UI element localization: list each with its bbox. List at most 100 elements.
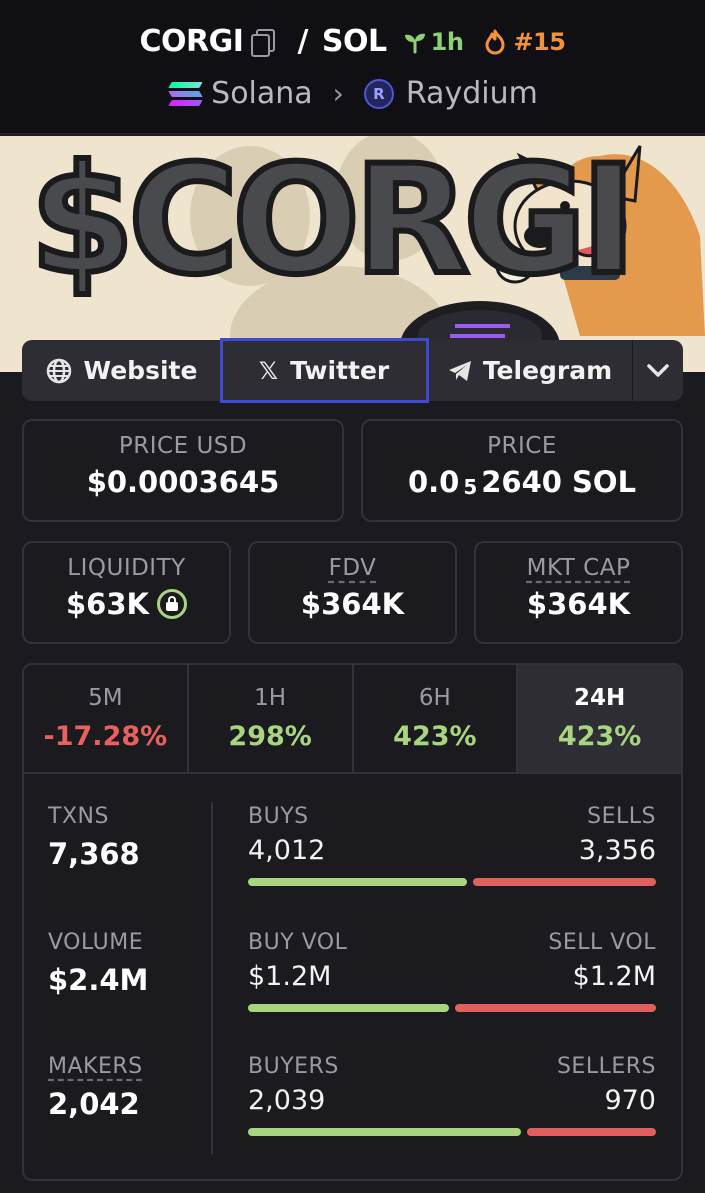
chevron-right-icon: › bbox=[332, 77, 344, 110]
stats-divider bbox=[211, 802, 213, 1154]
tab-label: 24H bbox=[573, 685, 626, 711]
base-token-symbol: CORGI bbox=[139, 24, 244, 59]
buyers-ratio-bar bbox=[248, 1128, 656, 1136]
solana-logo-icon bbox=[167, 81, 203, 107]
liquidity-card: LIQUIDITY $63K bbox=[22, 541, 231, 644]
market-cap-label[interactable]: MKT CAP bbox=[527, 555, 631, 581]
pair-age-badge: 1h bbox=[403, 28, 464, 56]
breadcrumb-chain[interactable]: Solana bbox=[211, 76, 313, 111]
buyers-bar-segment bbox=[248, 1128, 521, 1136]
tab-6h[interactable]: 6H 423% bbox=[354, 665, 519, 772]
sprout-icon bbox=[404, 33, 425, 53]
price-native-value: 0.0 5 2640 SOL bbox=[363, 465, 681, 499]
price-native-label: PRICE bbox=[487, 433, 557, 459]
quote-token-symbol: SOL bbox=[321, 24, 387, 59]
txns-label: TXNS bbox=[48, 804, 109, 829]
copy-icon[interactable] bbox=[251, 28, 276, 57]
telegram-icon bbox=[448, 360, 471, 381]
more-links-button[interactable] bbox=[633, 340, 683, 401]
price-native-digits: 2640 SOL bbox=[481, 465, 637, 499]
txns-value: 7,368 bbox=[48, 837, 140, 871]
buys-bar-segment bbox=[248, 878, 467, 886]
price-change: 298% bbox=[228, 721, 312, 752]
buyers-sellers-stat: BUYERS SELLERS 2,039 970 bbox=[248, 1054, 656, 1136]
buy-vol-label: BUY VOL bbox=[248, 930, 348, 955]
volume-ratio-bar bbox=[248, 1004, 656, 1012]
volume-value: $2.4M bbox=[48, 963, 149, 997]
tab-5m[interactable]: 5M -17.28% bbox=[24, 665, 189, 772]
price-usd-card: PRICE USD $0.0003645 bbox=[22, 419, 344, 522]
pair-age-label: 1h bbox=[430, 27, 464, 56]
price-change: -17.28% bbox=[43, 721, 168, 752]
tab-label: 1H bbox=[254, 685, 287, 711]
volume-label: VOLUME bbox=[48, 930, 144, 955]
pair-title: CORGI / SOL 1h #15 bbox=[0, 24, 705, 59]
sells-bar-segment bbox=[472, 878, 656, 886]
market-cap-value: $364K bbox=[526, 587, 631, 621]
makers-label[interactable]: MAKERS bbox=[48, 1054, 143, 1079]
twitter-link-label: Twitter bbox=[290, 356, 390, 385]
market-cap-card: MKT CAP $364K bbox=[474, 541, 683, 644]
price-native-prefix: 0.0 bbox=[407, 465, 460, 499]
buys-sells-stat: BUYS SELLS 4,012 3,356 bbox=[248, 804, 656, 886]
breadcrumb-dex[interactable]: Raydium bbox=[406, 76, 538, 111]
sells-label: SELLS bbox=[587, 804, 656, 829]
lock-icon[interactable] bbox=[157, 589, 187, 619]
tab-24h[interactable]: 24H 423% bbox=[518, 665, 681, 772]
price-usd-value: $0.0003645 bbox=[86, 465, 280, 499]
buy-vol-value: $1.2M bbox=[248, 961, 332, 992]
price-usd-label: PRICE USD bbox=[118, 433, 248, 459]
liquidity-label: LIQUIDITY bbox=[67, 555, 186, 581]
trending-rank-label: #15 bbox=[513, 27, 566, 56]
breadcrumb: Solana › R Raydium bbox=[0, 76, 705, 111]
price-change: 423% bbox=[393, 721, 477, 752]
buys-value: 4,012 bbox=[248, 835, 326, 866]
telegram-link-button[interactable]: Telegram bbox=[427, 340, 633, 401]
liquidity-value-row: $63K bbox=[24, 587, 229, 621]
trending-rank-badge[interactable]: #15 bbox=[483, 27, 566, 56]
twitter-link-button[interactable]: 𝕏 Twitter bbox=[220, 338, 429, 403]
fdv-card: FDV $364K bbox=[248, 541, 457, 644]
sell-vol-bar-segment bbox=[455, 1004, 656, 1012]
flame-icon bbox=[485, 29, 505, 54]
raydium-logo-icon: R bbox=[363, 78, 394, 109]
sellers-value: 970 bbox=[604, 1085, 656, 1116]
buy-sell-volume-stat: BUY VOL SELL VOL $1.2M $1.2M bbox=[248, 930, 656, 1012]
liquidity-value: $63K bbox=[65, 587, 149, 621]
globe-icon bbox=[46, 358, 71, 383]
stats-grid: TXNS 7,368 VOLUME $2.4M MAKERS 2,042 BUY… bbox=[24, 774, 681, 1179]
buyers-label: BUYERS bbox=[248, 1054, 339, 1079]
volume-stat: VOLUME $2.4M bbox=[48, 930, 148, 997]
price-native-subscript: 5 bbox=[463, 475, 478, 499]
tab-1h[interactable]: 1H 298% bbox=[189, 665, 354, 772]
fdv-value: $364K bbox=[300, 587, 405, 621]
timeframe-tabs: 5M -17.28% 1H 298% 6H 423% 24H 423% bbox=[24, 665, 681, 774]
sell-vol-value: $1.2M bbox=[572, 961, 656, 992]
sellers-label: SELLERS bbox=[556, 1054, 656, 1079]
chevron-down-icon bbox=[647, 363, 669, 377]
telegram-link-label: Telegram bbox=[482, 356, 613, 385]
makers-value: 2,042 bbox=[48, 1087, 140, 1121]
pair-separator: / bbox=[297, 24, 308, 59]
fdv-label[interactable]: FDV bbox=[329, 555, 377, 581]
buys-sells-ratio-bar bbox=[248, 878, 656, 886]
buy-vol-bar-segment bbox=[248, 1004, 449, 1012]
price-change: 423% bbox=[557, 721, 642, 752]
sell-vol-label: SELL VOL bbox=[548, 930, 656, 955]
tab-label: 5M bbox=[88, 685, 123, 711]
price-native-card: PRICE 0.0 5 2640 SOL bbox=[361, 419, 683, 522]
pair-header: CORGI / SOL 1h #15 Solana › R Raydium bbox=[0, 0, 705, 134]
token-banner-image: $CORGI bbox=[0, 136, 705, 372]
sells-value: 3,356 bbox=[578, 835, 656, 866]
social-links-bar: Website 𝕏 Twitter Telegram bbox=[22, 338, 683, 403]
sellers-bar-segment bbox=[526, 1128, 656, 1136]
website-link-label: Website bbox=[83, 356, 198, 385]
txns-stat: TXNS 7,368 bbox=[48, 804, 140, 871]
buyers-value: 2,039 bbox=[248, 1085, 326, 1116]
tab-label: 6H bbox=[418, 685, 451, 711]
trading-stats-panel: 5M -17.28% 1H 298% 6H 423% 24H 423% TXNS… bbox=[22, 663, 683, 1181]
website-link-button[interactable]: Website bbox=[22, 340, 222, 401]
buys-label: BUYS bbox=[248, 804, 309, 829]
banner-title: $CORGI bbox=[27, 136, 639, 308]
x-logo-icon: 𝕏 bbox=[258, 356, 279, 385]
